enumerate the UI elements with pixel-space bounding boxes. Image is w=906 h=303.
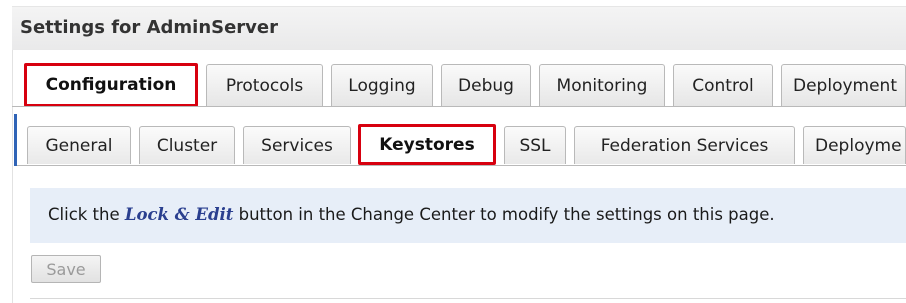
subtab-deployment[interactable]: Deployme <box>803 126 906 164</box>
info-prefix: Click the <box>48 205 125 224</box>
subtab-general[interactable]: General <box>27 126 131 164</box>
tab-monitoring[interactable]: Monitoring <box>539 64 665 106</box>
subtab-ssl[interactable]: SSL <box>504 126 566 164</box>
tab-logging[interactable]: Logging <box>331 64 433 106</box>
tab-control[interactable]: Control <box>673 64 773 106</box>
info-text: Click the Lock & Edit button in the Chan… <box>48 205 775 224</box>
tab-protocols[interactable]: Protocols <box>206 64 323 106</box>
subtab-baseline <box>17 165 906 166</box>
subtab-keystores[interactable]: Keystores <box>358 124 496 165</box>
subtab-federation-services[interactable]: Federation Services <box>574 126 795 164</box>
subtab-cluster[interactable]: Cluster <box>139 126 235 164</box>
settings-header: Settings for AdminServer <box>12 6 906 51</box>
info-message: Click the Lock & Edit button in the Chan… <box>30 188 906 243</box>
info-suffix: button in the Change Center to modify th… <box>233 205 775 224</box>
settings-window: Settings for AdminServer Configuration P… <box>0 0 906 303</box>
tab-debug[interactable]: Debug <box>441 64 531 106</box>
page-title: Settings for AdminServer <box>20 17 278 38</box>
lock-edit-text: Lock & Edit <box>124 205 234 224</box>
subtab-left-edge <box>14 114 17 166</box>
bottom-divider <box>30 298 906 299</box>
primary-tab-baseline <box>12 106 906 107</box>
save-button[interactable]: Save <box>31 255 101 283</box>
tab-configuration[interactable]: Configuration <box>24 63 198 107</box>
subtab-services[interactable]: Services <box>243 126 351 164</box>
tab-deployments[interactable]: Deployment <box>781 64 906 106</box>
